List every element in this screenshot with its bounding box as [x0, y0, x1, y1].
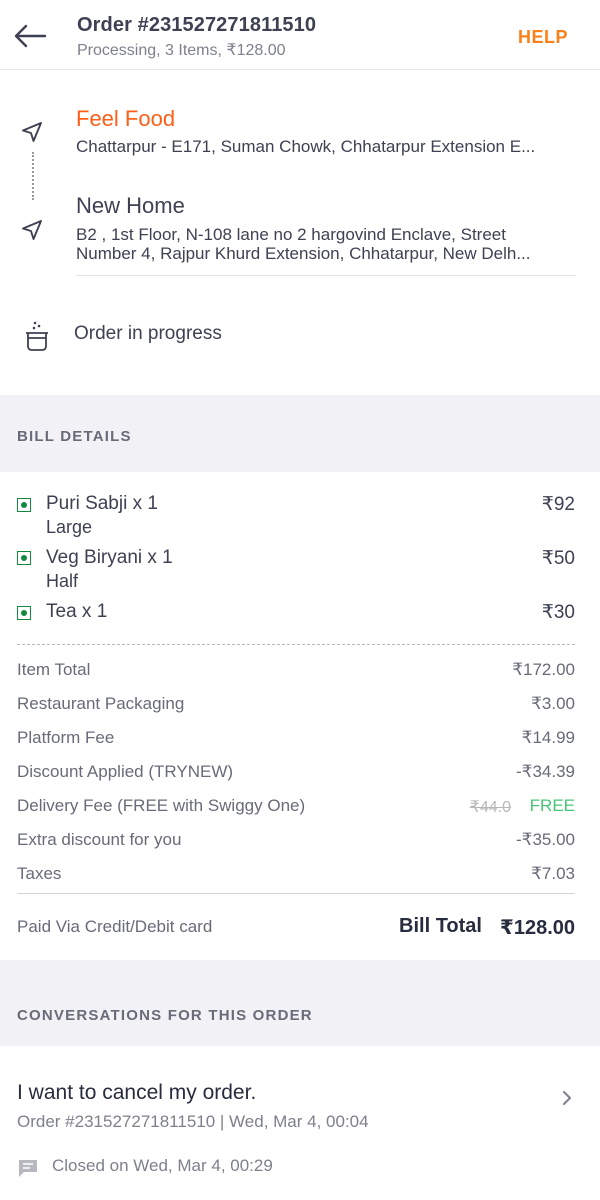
delivery-address-line: B2 , 1st Floor, N-108 lane no 2 hargovin…: [76, 225, 506, 244]
bill-details-header: BILL DETAILS: [0, 395, 600, 472]
item-name: Veg Biryani x 1: [46, 547, 173, 568]
section-title: BILL DETAILS: [17, 428, 132, 445]
divider: [76, 275, 576, 276]
chat-bubble-icon: [19, 1160, 37, 1177]
help-button[interactable]: HELP: [518, 27, 568, 48]
restaurant-address: Chattarpur - E171, Suman Chowk, Chhatarp…: [76, 137, 536, 156]
original-delivery-fee: ₹44.0: [469, 799, 511, 816]
conversation-title: I want to cancel my order.: [17, 1081, 257, 1104]
navigation-arrow-icon: [22, 122, 42, 142]
item-price: ₹30: [541, 602, 575, 623]
section-title: CONVERSATIONS FOR THIS ORDER: [17, 1007, 313, 1024]
navigation-arrow-icon: [22, 220, 42, 240]
delivery-address-line: Number 4, Rajpur Khurd Extension, Chhata…: [76, 244, 531, 263]
charge-value: ₹14.99: [521, 728, 575, 747]
order-header: Order #231527271811510 Processing, 3 Ite…: [0, 0, 600, 70]
conversation-item[interactable]: I want to cancel my order. Order #231527…: [0, 1060, 600, 1200]
bill-total-value: ₹128.00: [499, 917, 575, 939]
charge-label: Restaurant Packaging: [17, 694, 185, 713]
chevron-right-icon: [563, 1091, 571, 1105]
charge-value: ₹7.03: [531, 864, 575, 883]
charge-value: ₹3.00: [531, 694, 575, 713]
restaurant-name: Feel Food: [76, 106, 176, 131]
charge-value: -₹35.00: [515, 830, 575, 849]
order-status-text: Order in progress: [74, 323, 222, 344]
item-price: ₹50: [541, 548, 575, 569]
payment-method: Paid Via Credit/Debit card: [17, 917, 213, 936]
charge-value: FREE: [529, 796, 575, 815]
item-variant: Half: [46, 571, 79, 591]
arrow-left-icon: [14, 24, 47, 48]
divider: [17, 893, 575, 894]
veg-mark-icon: [17, 498, 31, 512]
charge-value: -₹34.39: [515, 762, 575, 781]
charge-label: Platform Fee: [17, 728, 115, 747]
bill-total-label: Bill Total: [399, 915, 482, 937]
charge-label: Item Total: [17, 660, 91, 679]
item-name: Tea x 1: [46, 601, 108, 622]
charge-label: Discount Applied (TRYNEW): [17, 762, 234, 781]
delivery-address-name: New Home: [76, 193, 185, 218]
veg-mark-icon: [17, 606, 31, 620]
veg-mark-icon: [17, 551, 31, 565]
delivery-address: B2 , 1st Floor, N-108 lane no 2 hargovin…: [76, 225, 576, 263]
back-button[interactable]: [12, 18, 48, 54]
conversation-meta: Order #231527271811510 | Wed, Mar 4, 00:…: [17, 1112, 369, 1131]
cooking-pot-icon: [26, 321, 48, 351]
item-price: ₹92: [541, 494, 575, 515]
item-name: Puri Sabji x 1: [46, 493, 158, 514]
conversation-status: Closed on Wed, Mar 4, 00:29: [52, 1156, 273, 1175]
charge-value: ₹172.00: [512, 660, 575, 679]
charge-label: Extra discount for you: [17, 830, 182, 849]
route-connector: [32, 152, 34, 200]
charge-label: Taxes: [17, 864, 62, 883]
charge-label: Delivery Fee (FREE with Swiggy One): [17, 796, 306, 815]
conversations-header: CONVERSATIONS FOR THIS ORDER: [0, 960, 600, 1046]
item-variant: Large: [46, 517, 93, 537]
order-subtitle: Processing, 3 Items, ₹128.00: [77, 42, 286, 59]
order-title: Order #231527271811510: [77, 14, 317, 36]
divider: [17, 644, 575, 645]
